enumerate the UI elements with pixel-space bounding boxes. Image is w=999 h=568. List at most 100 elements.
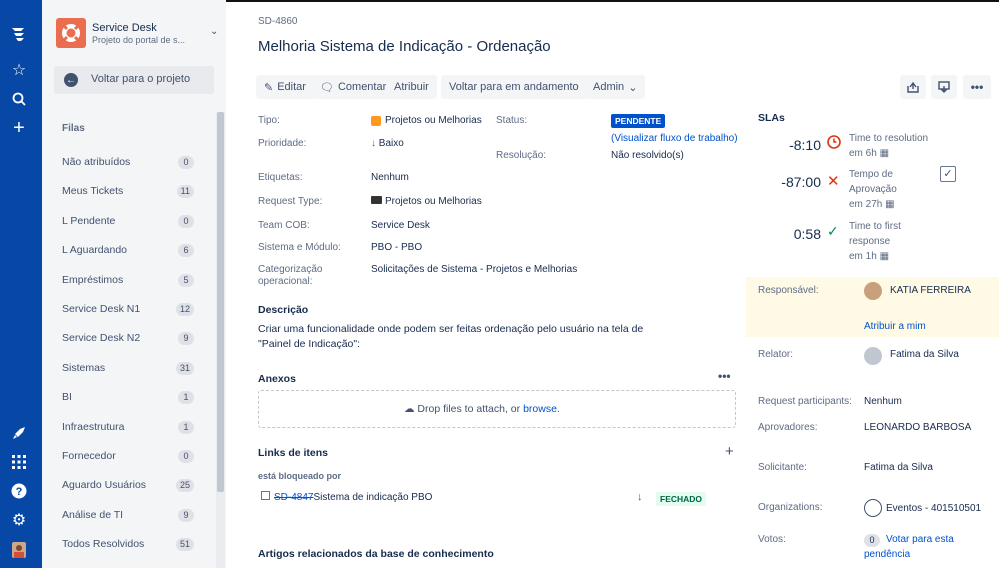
queue-label: Empréstimos: [62, 273, 124, 286]
sidebar-queue-item[interactable]: Não atribuídos 0: [62, 153, 194, 173]
browse-link[interactable]: browse.: [523, 403, 560, 415]
queue-label: Análise de TI: [62, 508, 124, 521]
sidebar-queue-item[interactable]: Service Desk N2 9: [62, 329, 194, 349]
queue-label: Meus Tickets: [62, 185, 124, 198]
sla-time-first-response: 0:58: [793, 226, 821, 242]
checkbox-icon[interactable]: ✓: [940, 166, 956, 182]
edit-button[interactable]: ✎ Editar: [256, 75, 314, 99]
more-options-icon[interactable]: •••: [963, 75, 991, 99]
sidebar-queue-item[interactable]: Sistemas 31: [62, 359, 194, 379]
comment-button[interactable]: 🗨 Comentar: [312, 75, 395, 99]
sidebar-queue-item[interactable]: Empréstimos 5: [62, 271, 194, 291]
vote-link[interactable]: Votar para esta: [886, 534, 954, 545]
issue-links-heading: Links de itens: [258, 447, 329, 459]
sla-due-text: em 6h: [849, 148, 877, 159]
add-link-plus-icon[interactable]: +: [725, 443, 734, 460]
queue-count-badge: 31: [175, 361, 194, 375]
sidebar-queue-item[interactable]: Infraestrutura 1: [62, 418, 194, 438]
view-workflow-link[interactable]: (Visualizar fluxo de trabalho): [611, 133, 738, 144]
queue-label: Sistemas: [62, 361, 106, 374]
type-text: Projetos ou Melhorias: [385, 115, 482, 126]
sidebar-queue-item[interactable]: Meus Tickets 11: [62, 182, 194, 202]
project-subtitle: Projeto do portal de s...: [92, 35, 186, 45]
reporter-value[interactable]: Fatima da Silva: [890, 349, 959, 360]
status-badge: PENDENTE: [611, 114, 666, 128]
sidebar-queue-item[interactable]: Todos Resolvidos 51: [62, 535, 194, 555]
cross-icon: ✕: [827, 173, 840, 190]
settings-gear-icon[interactable]: ⚙: [9, 510, 29, 530]
jira-logo-icon[interactable]: [9, 24, 29, 44]
lifebuoy-icon: [56, 18, 86, 48]
queue-label: Service Desk N1: [62, 303, 141, 315]
issue-key[interactable]: SD-4860: [258, 16, 297, 27]
sidebar-queue-item[interactable]: Aguardo Usuários 25: [62, 476, 194, 496]
issue-title[interactable]: Melhoria Sistema de Indicação - Ordenaçã…: [258, 38, 551, 55]
sidebar-queue-item[interactable]: L Pendente 0: [62, 212, 194, 232]
assign-to-me-link[interactable]: Atribuir a mim: [864, 321, 926, 332]
app-switcher-icon[interactable]: [9, 452, 29, 472]
approvers-label: Aprovadores:: [758, 422, 818, 433]
assignee-avatar: [864, 282, 882, 300]
attachment-dropzone[interactable]: ☁ Drop files to attach, or browse.: [258, 390, 736, 428]
queue-label: BI: [62, 391, 72, 404]
queue-label: Aguardo Usuários: [62, 479, 147, 492]
arrow-left-icon: ←: [64, 73, 78, 87]
sidebar-queue-item[interactable]: Service Desk N1 12: [62, 300, 194, 320]
requester-label: Solicitante:: [758, 462, 807, 473]
admin-dropdown[interactable]: Admin ⌄: [585, 75, 646, 99]
create-plus-icon[interactable]: +: [9, 117, 29, 139]
project-switcher[interactable]: Service Desk Projeto do portal de s... ⌄: [56, 16, 218, 52]
sidebar-scrollbar[interactable]: [216, 112, 225, 568]
chevron-down-icon: ⌄: [628, 81, 638, 94]
categorization-label: Categorização: [258, 264, 323, 275]
linked-issue-row[interactable]: SD-4847Sistema de indicação PBO: [261, 491, 432, 503]
sidebar-queue-item[interactable]: L Aguardando 6: [62, 241, 194, 261]
issue-view: SD-4860 Melhoria Sistema de Indicação - …: [226, 0, 999, 568]
dropzone-text: ☁ Drop files to attach, or browse.: [404, 403, 560, 415]
vote-link-2[interactable]: pendência: [864, 549, 910, 560]
sidebar-queue-item[interactable]: BI 1: [62, 388, 194, 408]
request-type-icon: [371, 115, 381, 126]
queue-count-badge: 12: [175, 303, 194, 316]
sidebar-queue-item[interactable]: Análise de TI 9: [62, 506, 194, 526]
system-module-value: PBO - PBO: [371, 242, 423, 253]
organizations-label: Organizations:: [758, 502, 823, 513]
request-type-value: Projetos ou Melhorias: [371, 196, 482, 207]
star-icon[interactable]: ☆: [9, 60, 29, 80]
comment-label: Comentar: [337, 81, 387, 93]
kb-articles-heading: Artigos relacionados da base de conhecim…: [258, 548, 494, 560]
scrollbar-thumb[interactable]: [217, 112, 224, 492]
export-icon[interactable]: [931, 75, 957, 99]
search-icon[interactable]: [9, 89, 29, 109]
linked-issue-summary[interactable]: Sistema de indicação PBO: [313, 492, 432, 503]
chevron-down-icon[interactable]: ⌄: [210, 26, 218, 37]
rocket-icon[interactable]: [9, 423, 29, 443]
attachments-more-icon[interactable]: •••: [718, 369, 731, 383]
linked-issue-key[interactable]: SD-4847: [274, 492, 313, 503]
sla-label-first-response: Time to first: [849, 221, 901, 232]
votes-count: 0: [864, 534, 880, 547]
assign-button[interactable]: Atribuir: [386, 75, 437, 99]
sidebar-queue-item[interactable]: Fornecedor 0: [62, 447, 194, 467]
participants-value[interactable]: Nenhum: [864, 396, 902, 407]
requester-value[interactable]: Fatima da Silva: [864, 462, 933, 473]
clock-icon: [827, 135, 841, 152]
share-icon[interactable]: [900, 75, 926, 99]
organizations-value[interactable]: Eventos - 401510501: [886, 503, 981, 514]
team-value: Service Desk: [371, 220, 430, 231]
user-avatar-icon[interactable]: [9, 540, 29, 560]
assignee-value[interactable]: KATIA FERREIRA: [890, 285, 971, 296]
back-to-in-progress-button[interactable]: Voltar para em andamento: [441, 75, 587, 99]
help-icon[interactable]: ?: [9, 481, 29, 501]
description-text[interactable]: Criar uma funcionalidade onde podem ser …: [258, 322, 678, 352]
categorization-label-2: operacional:: [258, 276, 313, 287]
approvers-value[interactable]: LEONARDO BARBOSA: [864, 422, 971, 433]
queue-label: Service Desk N2: [62, 332, 141, 345]
project-name: Service Desk: [92, 22, 157, 34]
admin-label: Admin: [593, 81, 625, 93]
queue-count-badge: 5: [178, 273, 194, 287]
queue-count-badge: 0: [178, 156, 194, 169]
queue-count-badge: 11: [176, 185, 194, 199]
back-to-project-button[interactable]: ← Voltar para o projeto: [54, 66, 214, 94]
type-label: Tipo:: [258, 115, 280, 126]
